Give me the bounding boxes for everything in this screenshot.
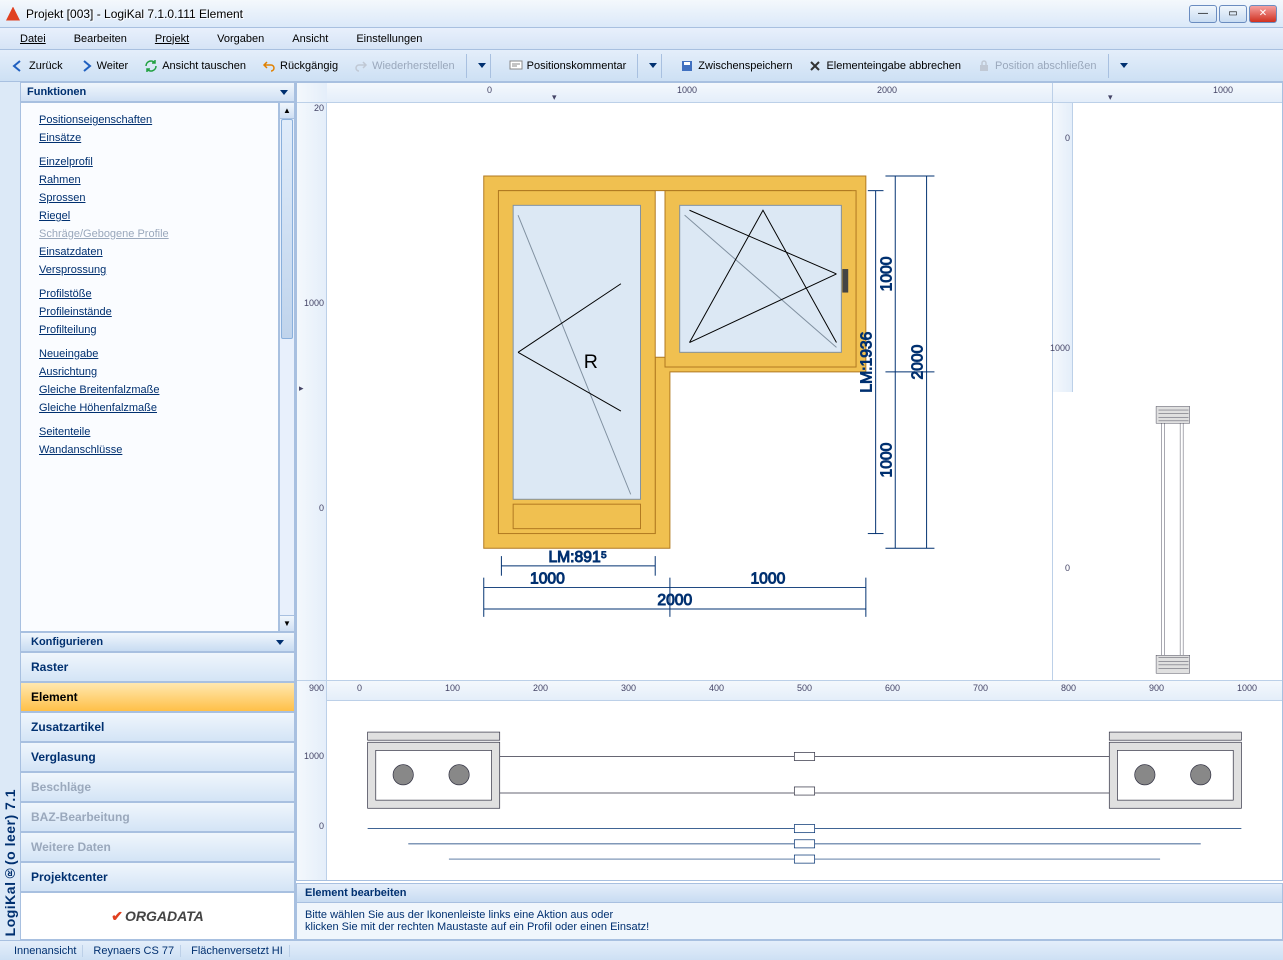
function-link[interactable]: Ausrichtung <box>39 363 270 381</box>
svg-text:1000: 1000 <box>530 571 565 588</box>
chevron-down-icon <box>276 640 284 645</box>
function-link[interactable]: Gleiche Breitenfalzmaße <box>39 381 270 399</box>
position-comment-button[interactable]: Positionskommentar <box>502 54 634 78</box>
close-button[interactable]: ✕ <box>1249 5 1277 23</box>
content-area: 01000200030▾ 1000 ▾ 20 1000 0 ▸ <box>296 82 1283 940</box>
lock-icon <box>977 59 991 73</box>
function-link[interactable]: Sprossen <box>39 189 270 207</box>
function-link[interactable]: Wandanschlüsse <box>39 441 270 459</box>
redo-icon <box>354 59 368 73</box>
accordion-item[interactable]: Verglasung <box>20 742 295 772</box>
accordion-item[interactable]: Projektcenter <box>20 862 295 892</box>
info-panel: Element bearbeiten Bitte wählen Sie aus … <box>296 883 1283 940</box>
menu-bar: Datei Bearbeiten Projekt Vorgaben Ansich… <box>0 28 1283 50</box>
section-view-horizontal[interactable] <box>327 701 1282 880</box>
menu-datei[interactable]: Datei <box>8 31 58 47</box>
funktionen-header[interactable]: Funktionen <box>20 82 295 102</box>
element-drawing[interactable]: R <box>327 103 1052 680</box>
function-link[interactable]: Schräge/Gebogene Profile <box>39 225 270 243</box>
accordion-item[interactable]: Raster <box>20 652 295 682</box>
scroll-up-icon[interactable]: ▲ <box>280 103 294 119</box>
function-link[interactable]: Neueingabe <box>39 345 270 363</box>
accordion-item[interactable]: Beschläge <box>20 772 295 802</box>
function-link[interactable]: Seitenteile <box>39 423 270 441</box>
cancel-icon <box>808 59 822 73</box>
ruler-section-left: 900 1000 0 <box>297 681 327 880</box>
function-link[interactable]: Positionseigenschaften <box>39 111 270 129</box>
arrow-left-icon <box>11 59 25 73</box>
orgadata-logo: ✔ORGADATA <box>20 892 295 940</box>
menu-ansicht[interactable]: Ansicht <box>280 31 340 47</box>
finish-position-button[interactable]: Position abschließen <box>970 54 1104 78</box>
scrollbar[interactable]: ▲ ▼ <box>279 102 295 632</box>
brand-vertical-label: LogiKal®(o leer) 7.1 <box>2 789 18 936</box>
redo-button[interactable]: Wiederherstellen <box>347 54 462 78</box>
svg-text:1000: 1000 <box>878 442 895 477</box>
save-icon <box>680 59 694 73</box>
function-link[interactable]: Rahmen <box>39 171 270 189</box>
toolbar-dropdown-icon[interactable] <box>478 63 486 68</box>
function-link[interactable]: Einsätze <box>39 129 270 147</box>
konfigurieren-header[interactable]: Konfigurieren <box>20 632 295 652</box>
swap-view-button[interactable]: Ansicht tauschen <box>137 54 253 78</box>
sidebar: Funktionen PositionseigenschaftenEinsätz… <box>20 82 296 940</box>
status-offset: Flächenversetzt HI <box>185 945 290 957</box>
back-button[interactable]: Zurück <box>4 54 70 78</box>
ruler-left: 20 1000 0 ▸ <box>297 103 327 680</box>
section-view-vertical[interactable]: 0 1000 0 <box>1052 103 1282 680</box>
arrow-right-icon <box>79 59 93 73</box>
status-view: Innenansicht <box>8 945 83 957</box>
info-line-2: klicken Sie mit der rechten Maustaste au… <box>305 921 1274 933</box>
temp-save-button[interactable]: Zwischenspeichern <box>673 54 799 78</box>
svg-text:2000: 2000 <box>910 344 927 379</box>
undo-button[interactable]: Rückgängig <box>255 54 345 78</box>
accordion-item[interactable]: BAZ-Bearbeitung <box>20 802 295 832</box>
undo-icon <box>262 59 276 73</box>
svg-text:R: R <box>584 351 598 373</box>
accordion-item[interactable]: Element <box>20 682 295 712</box>
status-bar: Innenansicht Reynaers CS 77 Flächenverse… <box>0 940 1283 960</box>
forward-button[interactable]: Weiter <box>72 54 136 78</box>
svg-text:1000: 1000 <box>878 256 895 291</box>
scroll-down-icon[interactable]: ▼ <box>280 615 294 631</box>
chevron-down-icon <box>280 90 288 95</box>
function-link[interactable]: Profilstöße <box>39 285 270 303</box>
minimize-button[interactable]: — <box>1189 5 1217 23</box>
function-link[interactable]: Einzelprofil <box>39 153 270 171</box>
menu-projekt[interactable]: Projekt <box>143 31 201 47</box>
info-panel-title: Element bearbeiten <box>297 884 1282 903</box>
title-bar: Projekt [003] - LogiKal 7.1.0.111 Elemen… <box>0 0 1283 28</box>
ruler-top-right: 1000 ▾ <box>1052 83 1282 103</box>
function-link[interactable]: Riegel <box>39 207 270 225</box>
svg-text:LM:891⁵: LM:891⁵ <box>548 549 607 566</box>
maximize-button[interactable]: ▭ <box>1219 5 1247 23</box>
svg-text:2000: 2000 <box>657 592 692 609</box>
svg-text:1000: 1000 <box>750 571 785 588</box>
accordion-item[interactable]: Weitere Daten <box>20 832 295 862</box>
function-link[interactable]: Profileinstände <box>39 303 270 321</box>
function-link[interactable]: Gleiche Höhenfalzmaße <box>39 399 270 417</box>
function-link[interactable]: Profilteilung <box>39 321 270 339</box>
window-title: Projekt [003] - LogiKal 7.1.0.111 Elemen… <box>26 7 1189 21</box>
accordion-item[interactable]: Zusatzartikel <box>20 712 295 742</box>
comment-icon <box>509 59 523 73</box>
app-icon <box>6 7 20 21</box>
info-line-1: Bitte wählen Sie aus der Ikonenleiste li… <box>305 909 1274 921</box>
function-link[interactable]: Versprossung <box>39 261 270 279</box>
cancel-input-button[interactable]: Elementeingabe abbrechen <box>801 54 968 78</box>
menu-vorgaben[interactable]: Vorgaben <box>205 31 276 47</box>
refresh-icon <box>144 59 158 73</box>
function-link[interactable]: Einsatzdaten <box>39 243 270 261</box>
menu-bearbeiten[interactable]: Bearbeiten <box>62 31 139 47</box>
toolbar-dropdown3-icon[interactable] <box>1120 63 1128 68</box>
svg-text:LM:1936: LM:1936 <box>859 331 876 392</box>
status-system: Reynaers CS 77 <box>87 945 181 957</box>
toolbar: Zurück Weiter Ansicht tauschen Rückgängi… <box>0 50 1283 82</box>
scroll-thumb[interactable] <box>281 119 293 339</box>
ruler-top: 01000200030▾ <box>327 83 1052 103</box>
menu-einstellungen[interactable]: Einstellungen <box>344 31 434 47</box>
ruler-section-top: 01002003004005006007008009001000 <box>327 681 1282 701</box>
toolbar-dropdown2-icon[interactable] <box>649 63 657 68</box>
function-list: PositionseigenschaftenEinsätze Einzelprof… <box>20 102 279 632</box>
